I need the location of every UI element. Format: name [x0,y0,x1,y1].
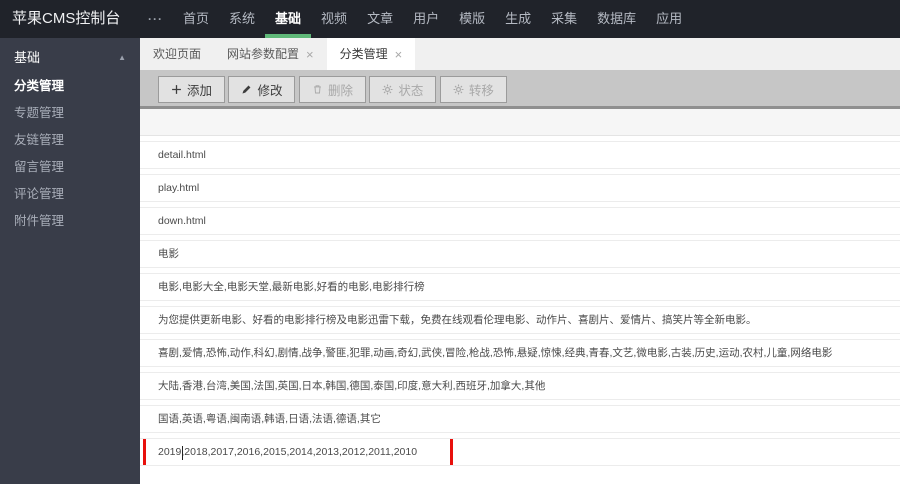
sidebar-group-label: 基础 [14,50,40,65]
sidebar-item-guestbook-manage[interactable]: 留言管理 [0,154,140,181]
nav-item-article[interactable]: 文章 [357,0,403,38]
sidebar-item-attachment-manage[interactable]: 附件管理 [0,208,140,235]
app-title: 苹果CMS控制台 [0,0,148,38]
main-panel: 欢迎页面 网站参数配置 × 分类管理 × 添加 修改 [140,38,900,484]
sidebar-item-category-manage[interactable]: 分类管理 [0,73,140,100]
tab-label: 分类管理 [340,38,388,70]
status-button[interactable]: 状态 [369,76,436,103]
tab-bar: 欢迎页面 网站参数配置 × 分类管理 × [140,38,900,70]
tab-welcome[interactable]: 欢迎页面 [140,38,214,70]
data-row-detail-template[interactable]: detail.html [140,141,900,169]
sidebar-group-basic[interactable]: 基础 ▲ [0,43,140,73]
add-button-label: 添加 [187,80,212,99]
transfer-button-label: 转移 [469,80,494,99]
plus-icon [171,84,182,95]
edit-button-label: 修改 [257,80,282,99]
pencil-icon [241,84,252,95]
gear-icon [453,84,464,95]
data-row-genres[interactable]: 喜剧,爱情,恐怖,动作,科幻,剧情,战争,警匪,犯罪,动画,奇幻,武侠,冒险,枪… [140,339,900,367]
edit-button[interactable]: 修改 [228,76,295,103]
tab-label: 欢迎页面 [153,38,201,70]
data-row-keywords[interactable]: 电影,电影大全,电影天堂,最新电影,好看的电影,电影排行榜 [140,273,900,301]
nav-item-video[interactable]: 视频 [311,0,357,38]
more-menu-icon[interactable]: ··· [148,0,163,38]
sidebar: 基础 ▲ 分类管理 专题管理 友链管理 留言管理 评论管理 附件管理 [0,38,140,484]
tab-label: 网站参数配置 [227,38,299,70]
transfer-button[interactable]: 转移 [440,76,507,103]
text-caret [182,446,183,460]
top-menu: 首页 系统 基础 视频 文章 用户 模版 生成 采集 数据库 应用 [173,0,692,38]
nav-item-generate[interactable]: 生成 [495,0,541,38]
delete-button[interactable]: 删除 [299,76,366,103]
close-icon[interactable]: × [395,48,403,61]
years-value: 2019,2018,2017,2016,2015,2014,2013,2012,… [158,446,417,458]
add-button[interactable]: 添加 [158,76,225,103]
action-toolbar: 添加 修改 删除 状态 [140,70,900,109]
nav-item-apps[interactable]: 应用 [646,0,692,38]
status-button-label: 状态 [398,80,423,99]
data-row-languages[interactable]: 国语,英语,粤语,闽南语,韩语,日语,法语,德语,其它 [140,405,900,433]
data-row-category-name[interactable]: 电影 [140,240,900,268]
top-navbar: 苹果CMS控制台 ··· 首页 系统 基础 视频 文章 用户 模版 生成 采集 … [0,0,900,38]
nav-item-home[interactable]: 首页 [173,0,219,38]
data-row-regions[interactable]: 大陆,香港,台湾,美国,法国,英国,日本,韩国,德国,泰国,印度,意大利,西班牙… [140,372,900,400]
trash-icon [312,84,323,95]
nav-item-template[interactable]: 模版 [449,0,495,38]
gear-icon [382,84,393,95]
collapse-up-icon: ▲ [118,43,126,73]
delete-button-label: 删除 [328,80,353,99]
data-row-years[interactable]: 2019,2018,2017,2016,2015,2014,2013,2012,… [140,438,900,466]
nav-item-database[interactable]: 数据库 [587,0,646,38]
sidebar-item-friendlink-manage[interactable]: 友链管理 [0,127,140,154]
nav-item-system[interactable]: 系统 [219,0,265,38]
sidebar-item-topic-manage[interactable]: 专题管理 [0,100,140,127]
nav-item-basic[interactable]: 基础 [265,0,311,38]
data-row-description[interactable]: 为您提供更新电影、好看的电影排行榜及电影迅雷下载，免费在线观看伦理电影、动作片、… [140,306,900,334]
category-field-list: detail.html play.html down.html 电影 电影,电影… [140,141,900,466]
sidebar-item-comment-manage[interactable]: 评论管理 [0,181,140,208]
cms-admin-window: 苹果CMS控制台 ··· 首页 系统 基础 视频 文章 用户 模版 生成 采集 … [0,0,900,484]
nav-item-user[interactable]: 用户 [403,0,449,38]
tab-category-manage[interactable]: 分类管理 × [327,38,416,70]
data-row-down-template[interactable]: down.html [140,207,900,235]
nav-item-collect[interactable]: 采集 [541,0,587,38]
tab-site-config[interactable]: 网站参数配置 × [214,38,327,70]
empty-row [140,109,900,136]
data-row-play-template[interactable]: play.html [140,174,900,202]
close-icon[interactable]: × [306,48,314,61]
